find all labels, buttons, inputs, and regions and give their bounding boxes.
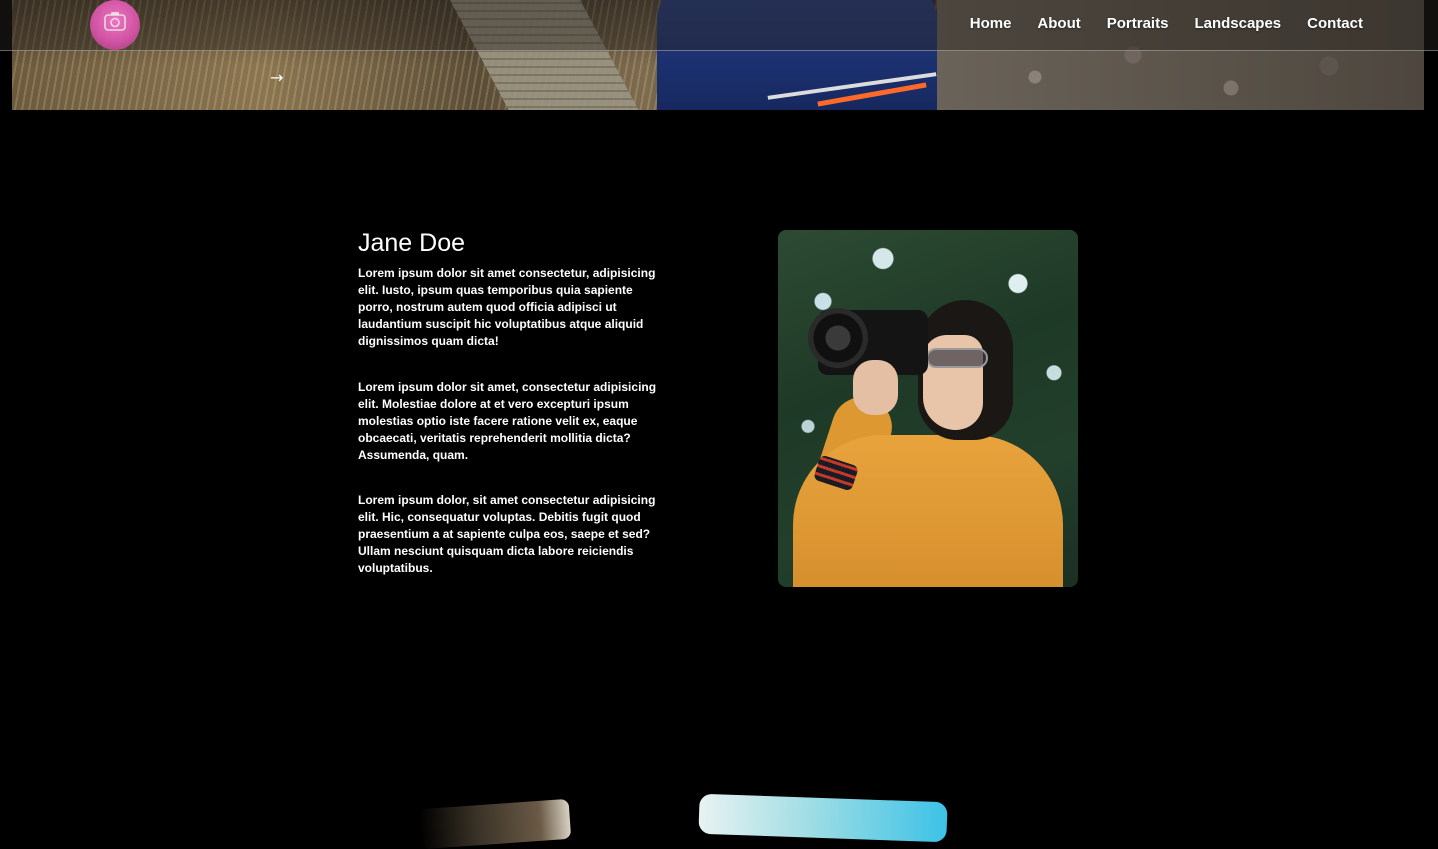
hero-next-arrow-icon[interactable]: → bbox=[270, 68, 283, 87]
photo-hand bbox=[853, 360, 898, 415]
about-paragraph-1: Lorem ipsum dolor sit amet consectetur, … bbox=[358, 266, 656, 348]
navbar: Home About Portraits Landscapes Contact bbox=[0, 0, 1438, 51]
nav-links: Home About Portraits Landscapes Contact bbox=[970, 15, 1363, 32]
camera-icon bbox=[104, 12, 126, 31]
nav-link-about[interactable]: About bbox=[1037, 15, 1080, 32]
photo-camera-lens bbox=[808, 308, 868, 368]
about-name-heading: Jane Doe bbox=[358, 229, 466, 257]
about-paragraph-3: Lorem ipsum dolor, sit amet consectetur … bbox=[358, 493, 656, 575]
nav-link-landscapes[interactable]: Landscapes bbox=[1194, 15, 1281, 32]
photo-sunglasses bbox=[926, 348, 988, 368]
logo[interactable] bbox=[90, 0, 140, 50]
gallery-card-right[interactable] bbox=[698, 793, 948, 843]
nav-link-contact[interactable]: Contact bbox=[1307, 15, 1363, 32]
nav-link-portraits[interactable]: Portraits bbox=[1107, 15, 1169, 32]
nav-link-home[interactable]: Home bbox=[970, 15, 1012, 32]
about-paragraph-2: Lorem ipsum dolor sit amet, consectetur … bbox=[358, 380, 657, 462]
portrait-photo bbox=[778, 230, 1078, 587]
